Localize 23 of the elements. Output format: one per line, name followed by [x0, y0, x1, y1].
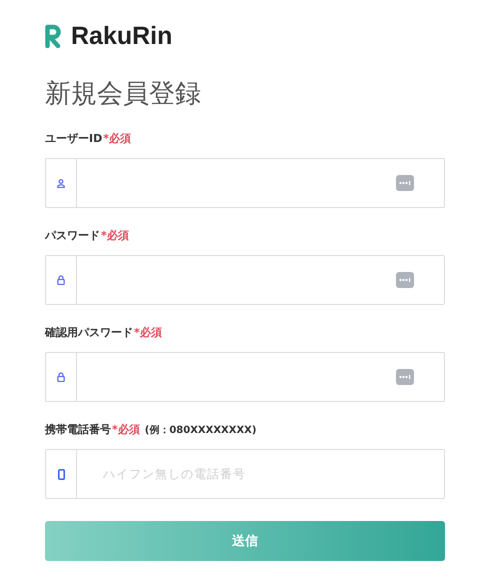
- lock-icon: [57, 275, 65, 285]
- required-mark: *必須: [103, 131, 131, 146]
- autofill-icon[interactable]: [396, 272, 414, 288]
- autofill-icon[interactable]: [396, 369, 414, 385]
- field-label: パスワード: [45, 228, 100, 243]
- lock-icon: [57, 372, 65, 382]
- logo-text: RakuRin: [71, 22, 172, 50]
- field-hint: (例：080XXXXXXXX): [144, 424, 256, 437]
- autofill-icon[interactable]: [396, 175, 414, 191]
- field-label: 携帯電話番号: [45, 422, 111, 437]
- field-label: 確認用パスワード: [45, 325, 133, 340]
- required-mark: *必須: [101, 228, 129, 243]
- input-field[interactable]: [45, 255, 445, 305]
- phone-icon: [58, 468, 64, 480]
- user-icon: [57, 178, 65, 188]
- submit-button[interactable]: 送信: [45, 521, 445, 561]
- required-mark: *必須: [134, 325, 162, 340]
- page-title: 新規会員登録: [45, 78, 202, 111]
- field-label: ユーザーID: [45, 131, 102, 146]
- logo-icon: [45, 24, 61, 48]
- required-mark: *必須: [112, 422, 140, 437]
- input-field[interactable]: [45, 352, 445, 402]
- input-field[interactable]: [45, 158, 445, 208]
